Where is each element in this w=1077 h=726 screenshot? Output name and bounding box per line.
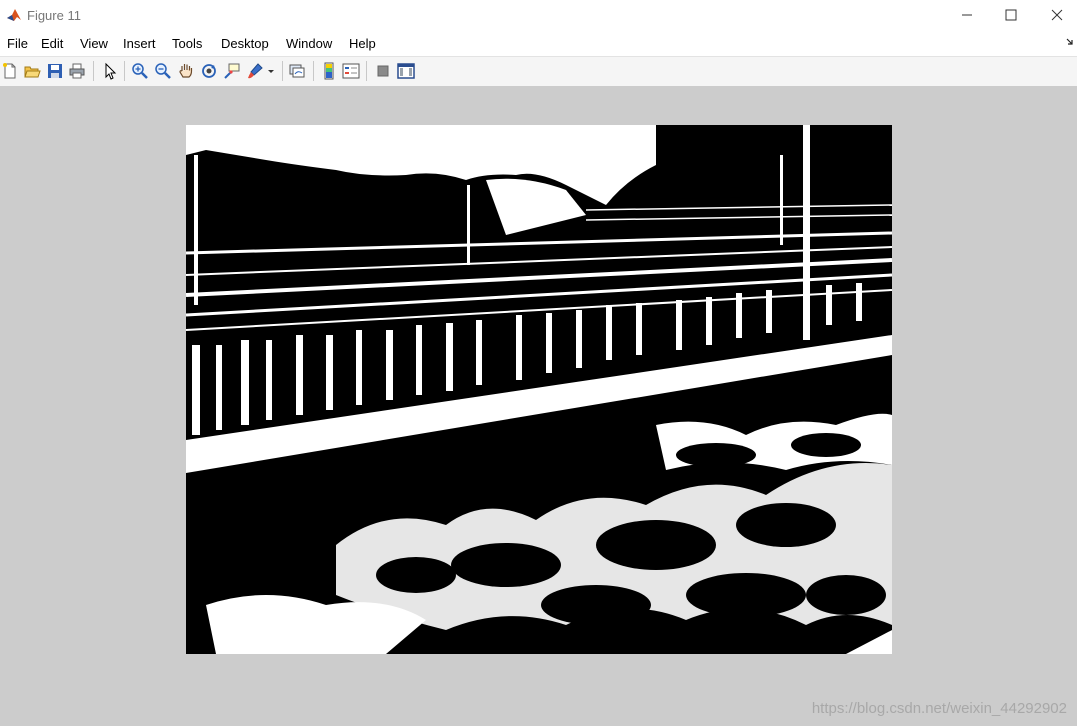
zoom-in-icon[interactable] xyxy=(131,62,149,80)
minimize-button[interactable] xyxy=(952,4,982,26)
close-icon xyxy=(1051,9,1063,21)
toolbar-separator xyxy=(313,61,314,81)
figure-toolbar xyxy=(0,56,1077,87)
legend-icon[interactable] xyxy=(342,62,360,80)
minimize-icon xyxy=(962,14,972,16)
close-button[interactable] xyxy=(1042,4,1072,26)
pointer-icon[interactable] xyxy=(101,62,119,80)
menu-desktop[interactable]: Desktop xyxy=(221,36,269,51)
lamp-post xyxy=(467,185,470,265)
toolbar-separator xyxy=(282,61,283,81)
save-icon[interactable] xyxy=(46,62,64,80)
colorbar-icon[interactable] xyxy=(320,62,338,80)
show-plot-tools-icon[interactable] xyxy=(397,62,415,80)
menu-help[interactable]: Help xyxy=(349,36,376,51)
menu-window[interactable]: Window xyxy=(286,36,332,51)
lamp-post xyxy=(803,125,810,340)
menu-bar: File Edit View Insert Tools Desktop Wind… xyxy=(0,31,1077,56)
brush-dropdown-icon[interactable] xyxy=(266,62,276,80)
watermark: https://blog.csdn.net/weixin_44292902 xyxy=(811,700,1067,717)
new-figure-icon[interactable] xyxy=(1,62,19,80)
lamp-post xyxy=(194,155,198,305)
figure-canvas[interactable]: https://blog.csdn.net/weixin_44292902 xyxy=(0,86,1077,726)
menu-edit[interactable]: Edit xyxy=(41,36,63,51)
brush-icon[interactable] xyxy=(246,62,264,80)
pan-hand-icon[interactable] xyxy=(177,62,195,80)
menu-view[interactable]: View xyxy=(80,36,108,51)
open-file-icon[interactable] xyxy=(23,62,41,80)
hide-plot-tools-icon[interactable] xyxy=(374,62,392,80)
window-title: Figure 11 xyxy=(27,8,81,23)
title-bar: Figure 11 xyxy=(0,0,1077,31)
menu-file[interactable]: File xyxy=(7,36,28,51)
maximize-icon xyxy=(1005,9,1017,21)
dock-arrow-icon[interactable] xyxy=(1066,38,1074,46)
maximize-button[interactable] xyxy=(996,4,1026,26)
toolbar-separator xyxy=(366,61,367,81)
menu-insert[interactable]: Insert xyxy=(123,36,156,51)
menu-tools[interactable]: Tools xyxy=(172,36,202,51)
toolbar-separator xyxy=(124,61,125,81)
link-plot-icon[interactable] xyxy=(288,62,306,80)
rotate-3d-icon[interactable] xyxy=(200,62,218,80)
data-cursor-icon[interactable] xyxy=(223,62,241,80)
matlab-logo-icon xyxy=(6,7,22,23)
print-icon[interactable] xyxy=(68,62,86,80)
zoom-out-icon[interactable] xyxy=(154,62,172,80)
binary-image[interactable] xyxy=(186,125,892,654)
lamp-post xyxy=(780,155,783,245)
toolbar-separator xyxy=(93,61,94,81)
